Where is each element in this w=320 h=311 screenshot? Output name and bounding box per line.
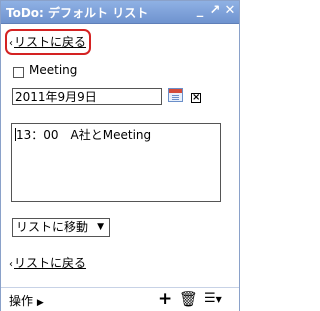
todo-window: ToDo: デフォルト リスト _ ↗ ✕ ‹リストに戻る Meeting 20… (0, 0, 240, 311)
popout-icon[interactable]: ↗ (208, 3, 222, 19)
triangle-right-icon: ▶ (36, 298, 44, 308)
plus-icon[interactable]: + (158, 290, 172, 308)
due-date-field[interactable]: 2011年9月9日 (12, 88, 162, 105)
footer-toolbar: 操作 ▶ + 🗑 ☰▼ (1, 287, 239, 311)
title-bar: ToDo: デフォルト リスト _ ↗ ✕ (1, 1, 239, 24)
move-to-list-select[interactable]: リストに移動 ▼ (12, 218, 110, 237)
chevron-left-icon: ‹ (9, 38, 13, 49)
minimize-icon[interactable]: _ (193, 3, 207, 19)
back-to-list-link-top[interactable]: ‹リストに戻る (9, 33, 86, 50)
task-complete-checkbox[interactable] (13, 67, 24, 78)
actions-menu-button[interactable]: 操作 ▶ (9, 292, 44, 309)
task-notes-textarea[interactable]: 13：00 A社とMeeting (11, 123, 221, 202)
list-menu-icon[interactable]: ☰▼ (204, 290, 222, 309)
task-title[interactable]: Meeting (29, 63, 77, 77)
move-to-list-label: リストに移動 (16, 220, 89, 234)
dropdown-arrow-icon: ▼ (97, 222, 104, 232)
close-icon[interactable]: ✕ (223, 3, 237, 19)
back-link-label: リストに戻る (14, 35, 87, 49)
trash-icon[interactable]: 🗑 (179, 290, 198, 308)
clear-date-icon[interactable]: × (191, 93, 201, 103)
window-title: ToDo: デフォルト リスト (6, 6, 149, 20)
chevron-left-icon: ‹ (9, 259, 13, 270)
task-notes-text: 13：00 A社とMeeting (16, 128, 152, 142)
calendar-icon[interactable] (168, 88, 183, 102)
back-link-label: リストに戻る (14, 256, 87, 270)
actions-label: 操作 (9, 294, 34, 308)
back-to-list-link-bottom[interactable]: ‹リストに戻る (9, 254, 86, 271)
